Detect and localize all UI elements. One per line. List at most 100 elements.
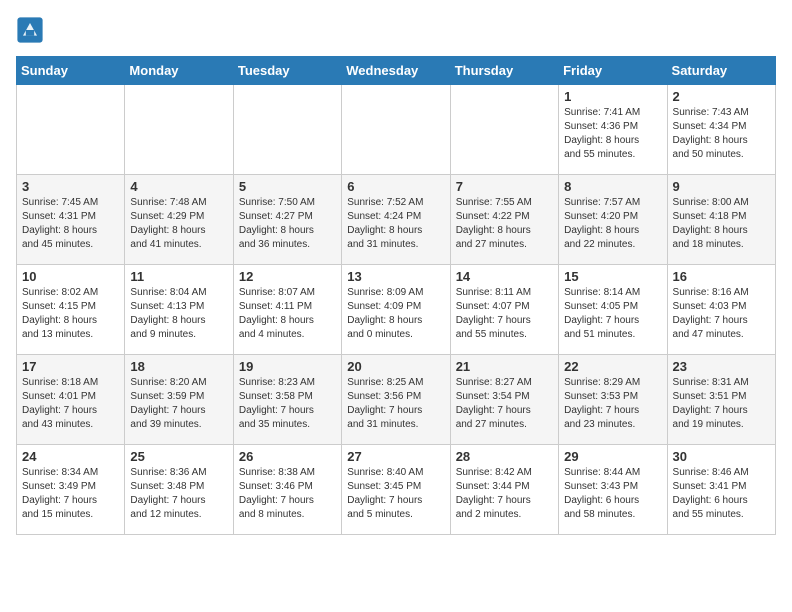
- day-number: 16: [673, 269, 770, 284]
- calendar-week-row: 24 Sunrise: 8:34 AM Sunset: 3:49 PM Dayli…: [17, 445, 776, 535]
- day-number: 27: [347, 449, 444, 464]
- day-number: 4: [130, 179, 227, 194]
- calendar-cell: 24 Sunrise: 8:34 AM Sunset: 3:49 PM Dayli…: [17, 445, 125, 535]
- day-number: 23: [673, 359, 770, 374]
- day-info: Sunrise: 7:57 AM Sunset: 4:20 PM Dayligh…: [564, 196, 661, 252]
- calendar-cell: [17, 85, 125, 175]
- day-number: 8: [564, 179, 661, 194]
- calendar-cell: 7 Sunrise: 7:55 AM Sunset: 4:22 PM Daylig…: [450, 175, 558, 265]
- weekday-header-row: SundayMondayTuesdayWednesdayThursdayFrid…: [17, 57, 776, 85]
- day-number: 11: [130, 269, 227, 284]
- calendar-cell: 23 Sunrise: 8:31 AM Sunset: 3:51 PM Dayli…: [667, 355, 775, 445]
- calendar-cell: 29 Sunrise: 8:44 AM Sunset: 3:43 PM Dayli…: [559, 445, 667, 535]
- day-info: Sunrise: 8:42 AM Sunset: 3:44 PM Dayligh…: [456, 466, 553, 522]
- calendar-week-row: 10 Sunrise: 8:02 AM Sunset: 4:15 PM Dayli…: [17, 265, 776, 355]
- page-header: [16, 16, 776, 44]
- calendar-cell: [125, 85, 233, 175]
- day-number: 13: [347, 269, 444, 284]
- calendar-cell: [233, 85, 341, 175]
- calendar-cell: 26Sunrise: 8:38 AM Sunset: 3:46 PM Dayli…: [233, 445, 341, 535]
- day-info: Sunrise: 8:31 AM Sunset: 3:51 PM Dayligh…: [673, 376, 770, 432]
- day-info: Sunrise: 7:55 AM Sunset: 4:22 PM Dayligh…: [456, 196, 553, 252]
- day-number: 5: [239, 179, 336, 194]
- day-info: Sunrise: 8:29 AM Sunset: 3:53 PM Dayligh…: [564, 376, 661, 432]
- day-number: 17: [22, 359, 119, 374]
- day-info: Sunrise: 8:25 AM Sunset: 3:56 PM Dayligh…: [347, 376, 444, 432]
- day-number: 26: [239, 449, 336, 464]
- day-number: 7: [456, 179, 553, 194]
- calendar-cell: 19Sunrise: 8:23 AM Sunset: 3:58 PM Dayli…: [233, 355, 341, 445]
- day-info: Sunrise: 8:00 AM Sunset: 4:18 PM Dayligh…: [673, 196, 770, 252]
- day-info: Sunrise: 8:07 AM Sunset: 4:11 PM Dayligh…: [239, 286, 336, 342]
- calendar-cell: 5Sunrise: 7:50 AM Sunset: 4:27 PM Daylig…: [233, 175, 341, 265]
- day-number: 25: [130, 449, 227, 464]
- day-number: 6: [347, 179, 444, 194]
- calendar-cell: [450, 85, 558, 175]
- day-info: Sunrise: 7:45 AM Sunset: 4:31 PM Dayligh…: [22, 196, 119, 252]
- day-info: Sunrise: 7:48 AM Sunset: 4:29 PM Dayligh…: [130, 196, 227, 252]
- day-info: Sunrise: 8:04 AM Sunset: 4:13 PM Dayligh…: [130, 286, 227, 342]
- calendar-cell: 15Sunrise: 8:14 AM Sunset: 4:05 PM Dayli…: [559, 265, 667, 355]
- weekday-header: Thursday: [450, 57, 558, 85]
- logo: [16, 16, 48, 44]
- day-info: Sunrise: 8:02 AM Sunset: 4:15 PM Dayligh…: [22, 286, 119, 342]
- day-number: 24: [22, 449, 119, 464]
- day-number: 1: [564, 89, 661, 104]
- day-number: 3: [22, 179, 119, 194]
- calendar-cell: 8 Sunrise: 7:57 AM Sunset: 4:20 PM Daylig…: [559, 175, 667, 265]
- day-number: 22: [564, 359, 661, 374]
- calendar-cell: 25Sunrise: 8:36 AM Sunset: 3:48 PM Dayli…: [125, 445, 233, 535]
- day-info: Sunrise: 8:18 AM Sunset: 4:01 PM Dayligh…: [22, 376, 119, 432]
- weekday-header: Sunday: [17, 57, 125, 85]
- calendar-cell: 14 Sunrise: 8:11 AM Sunset: 4:07 PM Dayli…: [450, 265, 558, 355]
- calendar-cell: 3 Sunrise: 7:45 AM Sunset: 4:31 PM Daylig…: [17, 175, 125, 265]
- day-number: 10: [22, 269, 119, 284]
- calendar-week-row: 1 Sunrise: 7:41 AM Sunset: 4:36 PM Daylig…: [17, 85, 776, 175]
- calendar-cell: 22 Sunrise: 8:29 AM Sunset: 3:53 PM Dayli…: [559, 355, 667, 445]
- day-info: Sunrise: 8:44 AM Sunset: 3:43 PM Dayligh…: [564, 466, 661, 522]
- calendar-cell: 20 Sunrise: 8:25 AM Sunset: 3:56 PM Dayli…: [342, 355, 450, 445]
- day-info: Sunrise: 7:43 AM Sunset: 4:34 PM Dayligh…: [673, 106, 770, 162]
- day-info: Sunrise: 8:40 AM Sunset: 3:45 PM Dayligh…: [347, 466, 444, 522]
- calendar-cell: 9 Sunrise: 8:00 AM Sunset: 4:18 PM Daylig…: [667, 175, 775, 265]
- day-info: Sunrise: 8:27 AM Sunset: 3:54 PM Dayligh…: [456, 376, 553, 432]
- day-info: Sunrise: 8:34 AM Sunset: 3:49 PM Dayligh…: [22, 466, 119, 522]
- day-number: 2: [673, 89, 770, 104]
- day-info: Sunrise: 8:20 AM Sunset: 3:59 PM Dayligh…: [130, 376, 227, 432]
- calendar-cell: 17 Sunrise: 8:18 AM Sunset: 4:01 PM Dayli…: [17, 355, 125, 445]
- day-number: 28: [456, 449, 553, 464]
- weekday-header: Monday: [125, 57, 233, 85]
- calendar-week-row: 3 Sunrise: 7:45 AM Sunset: 4:31 PM Daylig…: [17, 175, 776, 265]
- weekday-header: Saturday: [667, 57, 775, 85]
- calendar-cell: 13 Sunrise: 8:09 AM Sunset: 4:09 PM Dayli…: [342, 265, 450, 355]
- calendar-week-row: 17 Sunrise: 8:18 AM Sunset: 4:01 PM Dayli…: [17, 355, 776, 445]
- day-number: 15: [564, 269, 661, 284]
- day-info: Sunrise: 8:16 AM Sunset: 4:03 PM Dayligh…: [673, 286, 770, 342]
- day-number: 12: [239, 269, 336, 284]
- calendar-cell: 11 Sunrise: 8:04 AM Sunset: 4:13 PM Dayli…: [125, 265, 233, 355]
- day-number: 21: [456, 359, 553, 374]
- calendar-cell: 30Sunrise: 8:46 AM Sunset: 3:41 PM Dayli…: [667, 445, 775, 535]
- day-number: 30: [673, 449, 770, 464]
- day-info: Sunrise: 8:09 AM Sunset: 4:09 PM Dayligh…: [347, 286, 444, 342]
- weekday-header: Tuesday: [233, 57, 341, 85]
- day-number: 14: [456, 269, 553, 284]
- day-info: Sunrise: 8:23 AM Sunset: 3:58 PM Dayligh…: [239, 376, 336, 432]
- day-info: Sunrise: 7:41 AM Sunset: 4:36 PM Dayligh…: [564, 106, 661, 162]
- calendar-cell: 6Sunrise: 7:52 AM Sunset: 4:24 PM Daylig…: [342, 175, 450, 265]
- calendar-cell: 27 Sunrise: 8:40 AM Sunset: 3:45 PM Dayli…: [342, 445, 450, 535]
- weekday-header: Friday: [559, 57, 667, 85]
- day-number: 20: [347, 359, 444, 374]
- calendar-cell: 4 Sunrise: 7:48 AM Sunset: 4:29 PM Daylig…: [125, 175, 233, 265]
- calendar-cell: 2 Sunrise: 7:43 AM Sunset: 4:34 PM Daylig…: [667, 85, 775, 175]
- day-number: 9: [673, 179, 770, 194]
- calendar-cell: [342, 85, 450, 175]
- day-number: 29: [564, 449, 661, 464]
- day-number: 18: [130, 359, 227, 374]
- day-info: Sunrise: 8:11 AM Sunset: 4:07 PM Dayligh…: [456, 286, 553, 342]
- calendar-cell: 12 Sunrise: 8:07 AM Sunset: 4:11 PM Dayli…: [233, 265, 341, 355]
- calendar-cell: 21 Sunrise: 8:27 AM Sunset: 3:54 PM Dayli…: [450, 355, 558, 445]
- calendar-cell: 1 Sunrise: 7:41 AM Sunset: 4:36 PM Daylig…: [559, 85, 667, 175]
- calendar-cell: 16 Sunrise: 8:16 AM Sunset: 4:03 PM Dayli…: [667, 265, 775, 355]
- logo-icon: [16, 16, 44, 44]
